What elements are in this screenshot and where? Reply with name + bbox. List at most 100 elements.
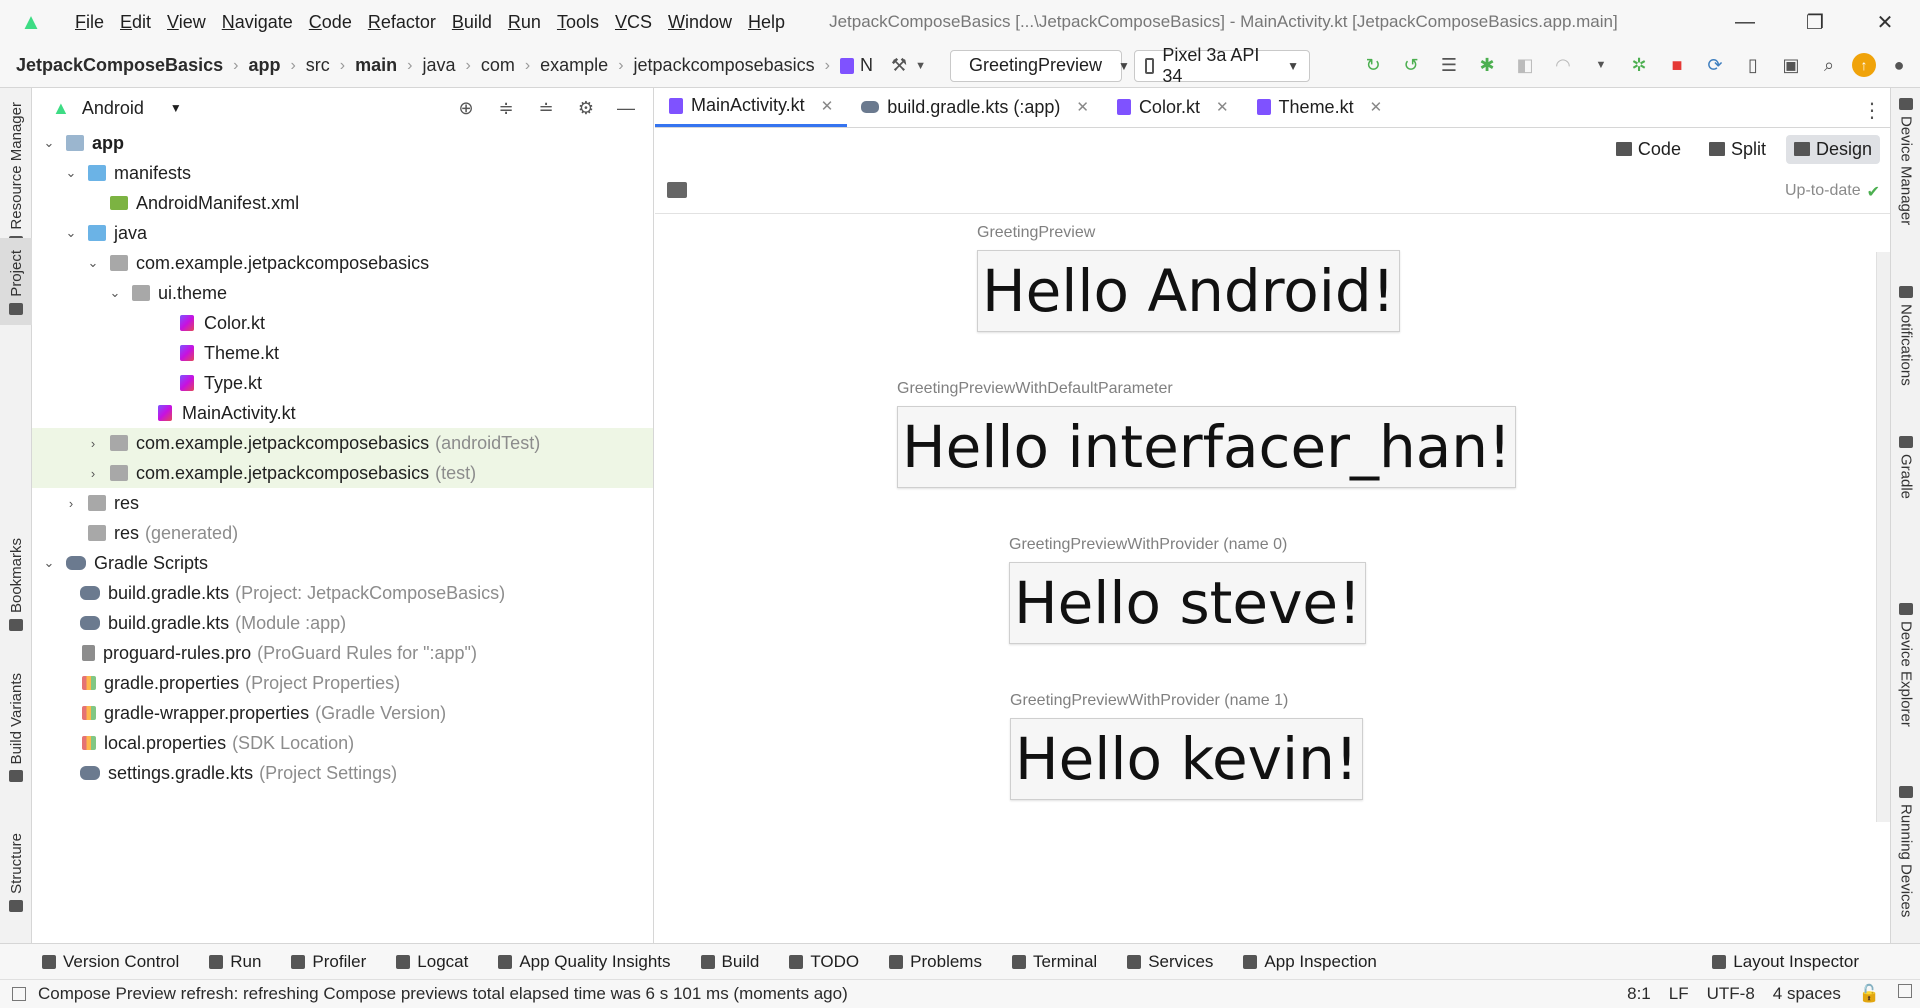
tool-tab-layout-inspector[interactable]: Layout Inspector [1697,952,1874,972]
tool-tab-gradle[interactable]: Gradle [1891,436,1920,499]
account-icon[interactable]: ● [1884,50,1914,80]
hide-icon[interactable]: — [611,94,641,122]
tree-node-gradle-wrapper-properties[interactable]: gradle-wrapper.properties (Gradle Versio… [32,698,653,728]
sdk-manager-icon[interactable]: ▣ [1776,50,1806,80]
tree-node-android-manifest[interactable]: AndroidManifest.xml [32,188,653,218]
menu-vcs[interactable]: VCS [607,12,660,33]
debug-icon[interactable]: ✱ [1472,50,1502,80]
tool-tab-resource-manager[interactable]: Resource Manager [0,102,32,248]
vertical-scrollbar[interactable] [1876,252,1890,822]
tool-tab-device-manager[interactable]: Device Manager [1891,98,1920,225]
minimize-icon[interactable]: — [1710,0,1780,44]
chevron-down-icon[interactable]: ⌄ [40,135,58,151]
more-vertical-icon[interactable]: ⋮ [1862,98,1882,123]
tool-tab-app-inspection[interactable]: App Inspection [1228,952,1391,972]
tool-tab-problems[interactable]: Problems [874,952,997,972]
tree-node-color-kt[interactable]: Color.kt [32,308,653,338]
tree-node-manifests[interactable]: ⌄ manifests [32,158,653,188]
chevron-down-icon[interactable]: ▼ [170,101,182,115]
breadcrumb-java[interactable]: java [422,55,455,76]
rerun-icon[interactable]: ↻ [1358,50,1388,80]
more-run-icon[interactable]: ◠ [1548,50,1578,80]
tree-node-test[interactable]: › com.example.jetpackcomposebasics (test… [32,458,653,488]
tool-tab-run[interactable]: Run [194,952,276,972]
menu-run[interactable]: Run [500,12,549,33]
menu-code[interactable]: Code [301,12,360,33]
tree-node-type-kt[interactable]: Type.kt [32,368,653,398]
memory-indicator-icon[interactable] [1898,984,1912,998]
tab-theme-kt[interactable]: Theme.kt ✕ [1243,87,1397,127]
indent-setting[interactable]: 4 spaces [1773,984,1841,1004]
tree-node-java[interactable]: ⌄ java [32,218,653,248]
mode-design-button[interactable]: Design [1785,134,1880,164]
preview-render[interactable]: Hello steve! [1009,562,1367,644]
device-manager-icon[interactable]: ▯ [1738,50,1768,80]
close-icon[interactable]: ✕ [1076,98,1089,116]
layout-options-icon[interactable] [667,182,687,198]
tool-tab-profiler[interactable]: Profiler [276,952,381,972]
breadcrumb-src[interactable]: src [306,55,330,76]
tree-node-proguard[interactable]: proguard-rules.pro (ProGuard Rules for "… [32,638,653,668]
tool-tab-services[interactable]: Services [1112,952,1228,972]
menu-edit[interactable]: Edit [112,12,159,33]
preview-render[interactable]: Hello Android! [977,250,1400,332]
tree-node-res[interactable]: › res [32,488,653,518]
locate-icon[interactable]: ⊕ [451,94,481,122]
preview-greeting-provider-1[interactable]: GreetingPreviewWithProvider (name 1) Hel… [1010,692,1364,800]
tool-tab-notifications[interactable]: Notifications [1891,286,1920,386]
run-configuration-select[interactable]: GreetingPreview ▼ [949,49,1130,82]
menu-file[interactable]: File [67,12,112,33]
attach-debugger-icon[interactable]: ✲ [1624,50,1654,80]
tab-build-gradle-app[interactable]: build.gradle.kts (:app) ✕ [847,87,1103,127]
restore-icon[interactable]: ❐ [1780,0,1850,44]
tree-node-mainactivity-kt[interactable]: MainActivity.kt [32,398,653,428]
tree-node-theme-kt[interactable]: Theme.kt [32,338,653,368]
device-select[interactable]: Pixel 3a API 34 ▼ [1133,45,1310,86]
sync-gradle-icon[interactable]: ⟳ [1700,50,1730,80]
chevron-down-icon[interactable]: ⌄ [84,255,102,271]
profile-icon[interactable]: ◧ [1510,50,1540,80]
breadcrumb-example[interactable]: example [540,55,608,76]
stop-icon[interactable]: ■ [1662,50,1692,80]
tree-node-build-gradle-project[interactable]: build.gradle.kts (Project: JetpackCompos… [32,578,653,608]
tree-node-settings-gradle[interactable]: settings.gradle.kts (Project Settings) [32,758,653,788]
breadcrumb-file[interactable]: N [839,55,873,76]
unlock-icon[interactable]: 🔓 [1859,984,1880,1004]
menu-build[interactable]: Build [444,12,500,33]
close-icon[interactable]: ✕ [1370,98,1383,116]
tool-tab-build-variants[interactable]: Build Variants [0,673,32,783]
tool-tab-todo[interactable]: TODO [774,952,874,972]
breadcrumb-app[interactable]: app [248,55,280,76]
close-icon[interactable]: ✕ [821,97,834,115]
preview-greeting[interactable]: GreetingPreview Hello Android! [977,224,1400,332]
tool-tab-structure[interactable]: Structure [0,833,32,912]
breadcrumb-com[interactable]: com [481,55,515,76]
tree-node-app[interactable]: ⌄ app [32,128,653,158]
tab-mainactivity-kt[interactable]: MainActivity.kt ✕ [655,87,848,127]
chevron-right-icon[interactable]: › [62,496,80,511]
chevron-down-icon[interactable]: ▼ [915,60,926,72]
preview-render[interactable]: Hello interfacer_han! [897,406,1517,488]
menu-view[interactable]: View [159,12,214,33]
breadcrumb-package[interactable]: jetpackcomposebasics [634,55,815,76]
run-list-icon[interactable]: ☰ [1434,50,1464,80]
update-icon[interactable]: ↑ [1852,53,1876,77]
mode-code-button[interactable]: Code [1608,135,1689,164]
search-icon[interactable]: ⌕ [1814,50,1844,80]
chevron-down-icon[interactable]: ⌄ [40,555,58,571]
tree-node-gradle-scripts[interactable]: ⌄ Gradle Scripts [32,548,653,578]
close-icon[interactable]: ✕ [1216,98,1229,116]
tree-node-ui-theme[interactable]: ⌄ ui.theme [32,278,653,308]
project-view-mode[interactable]: Android [82,98,144,119]
tab-color-kt[interactable]: Color.kt ✕ [1103,87,1243,127]
file-encoding[interactable]: UTF-8 [1707,984,1755,1004]
breadcrumb-main[interactable]: main [355,55,397,76]
tool-tab-bookmarks[interactable]: Bookmarks [0,538,32,632]
chevron-right-icon[interactable]: › [84,466,102,481]
panel-toggle-icon[interactable] [12,987,26,1001]
menu-tools[interactable]: Tools [549,12,607,33]
apply-changes-icon[interactable]: ↺ [1396,50,1426,80]
line-separator[interactable]: LF [1669,984,1689,1004]
tree-node-package[interactable]: ⌄ com.example.jetpackcomposebasics [32,248,653,278]
chevron-down-icon[interactable]: ⌄ [106,285,124,301]
